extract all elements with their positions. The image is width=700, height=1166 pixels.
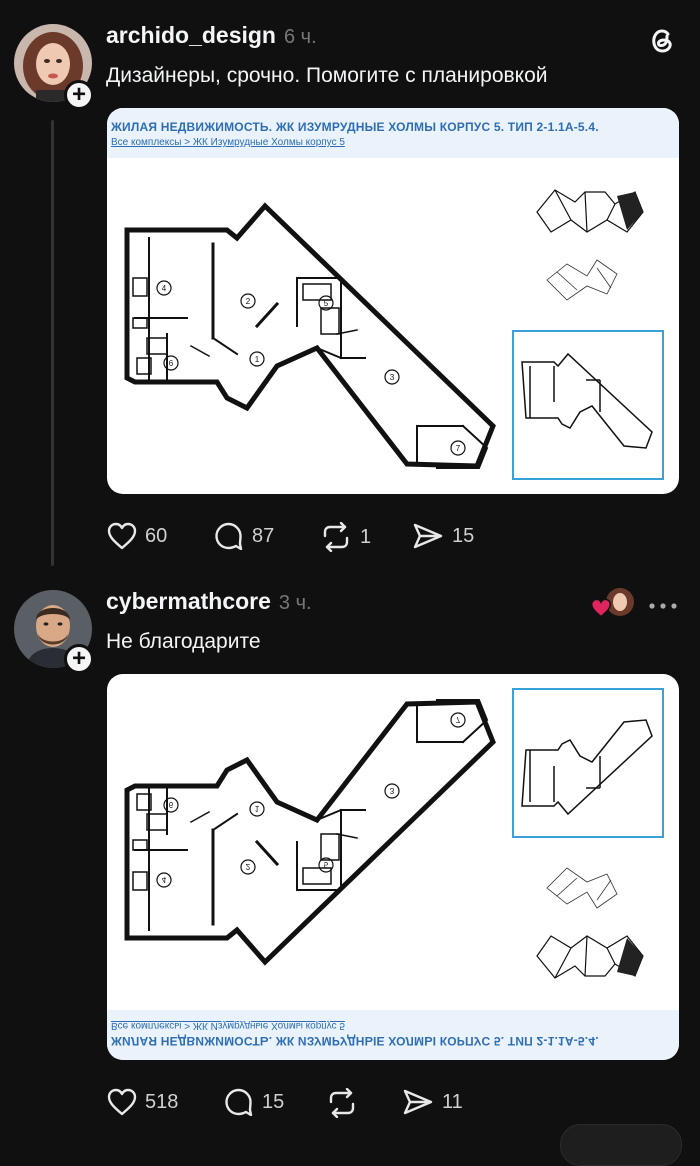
comment-button[interactable]: 15 bbox=[224, 1088, 284, 1116]
username[interactable]: archido_design bbox=[106, 22, 276, 48]
heart-icon bbox=[107, 522, 137, 550]
room-label: 2 bbox=[246, 862, 251, 871]
bottom-floating-pill[interactable] bbox=[560, 1124, 682, 1166]
comment-icon bbox=[225, 1088, 253, 1116]
comment-button[interactable]: 87 bbox=[214, 522, 274, 550]
heart-icon bbox=[107, 1088, 137, 1116]
heart-filled-icon bbox=[590, 598, 612, 618]
rotated-screenshot: ЖИЛАЯ НЕДВИЖИМОСТЬ. ЖК ИЗУМРУДНЫЕ ХОЛМЫ … bbox=[107, 674, 679, 1060]
room-label: 3 bbox=[390, 373, 395, 382]
comment-icon bbox=[215, 522, 243, 550]
timestamp: 3 ч. bbox=[278, 592, 312, 614]
room-label: 1 bbox=[255, 355, 260, 364]
share-icon bbox=[403, 1089, 433, 1115]
post-header: archido_design 6 ч. bbox=[106, 22, 317, 49]
post-text: Не благодарите bbox=[106, 630, 261, 653]
share-icon bbox=[413, 523, 443, 549]
thumbnail-site-plan bbox=[546, 867, 618, 909]
post-image-floorplan-rotated[interactable]: ЖИЛАЯ НЕДВИЖИМОСТЬ. ЖК ИЗУМРУДНЫЕ ХОЛМЫ … bbox=[107, 674, 679, 1060]
post-header: cybermathcore 3 ч. bbox=[106, 588, 312, 615]
room-label: 4 bbox=[162, 284, 167, 293]
room-label: 7 bbox=[456, 444, 461, 453]
floorplan-drawing: 1 2 3 4 5 6 7 bbox=[124, 699, 496, 966]
share-count: 15 bbox=[452, 524, 475, 547]
timestamp: 6 ч. bbox=[283, 26, 317, 48]
floorplan-drawing: 1 2 3 4 5 6 7 bbox=[124, 202, 496, 469]
room-label: 5 bbox=[324, 299, 329, 308]
thumbnail-building-plan bbox=[536, 935, 644, 979]
comment-count: 15 bbox=[262, 1090, 285, 1113]
comment-count: 87 bbox=[252, 524, 275, 547]
follow-plus-icon[interactable]: + bbox=[64, 644, 94, 674]
repost-button[interactable] bbox=[326, 1088, 366, 1118]
plan-title-mirrored: ЖИЛАЯ НЕДВИЖИМОСТЬ. ЖК ИЗУМРУДНЫЕ ХОЛМЫ … bbox=[111, 1034, 599, 1048]
liked-by-author-indicator[interactable] bbox=[588, 588, 634, 618]
room-label: 2 bbox=[246, 297, 251, 306]
room-label: 7 bbox=[456, 715, 461, 724]
thumbnail-site-plan[interactable] bbox=[537, 250, 637, 310]
room-label: 6 bbox=[169, 359, 174, 368]
share-count: 11 bbox=[442, 1090, 463, 1113]
repost-icon bbox=[329, 1088, 355, 1118]
room-label: 5 bbox=[324, 860, 329, 869]
room-label: 4 bbox=[162, 875, 167, 884]
share-button[interactable]: 15 bbox=[412, 522, 474, 550]
share-button[interactable]: 11 bbox=[402, 1088, 463, 1116]
thumbnail-building-plan[interactable] bbox=[515, 172, 661, 244]
plan-breadcrumb[interactable]: Все комплексы > ЖК Изумрудные Холмы корп… bbox=[111, 137, 345, 148]
room-label: 1 bbox=[255, 804, 260, 813]
post-image-floorplan[interactable]: ЖИЛАЯ НЕДВИЖИМОСТЬ. ЖК ИЗУМРУДНЫЕ ХОЛМЫ … bbox=[107, 108, 679, 494]
thumbnail-selected-plan[interactable] bbox=[512, 330, 664, 480]
follow-plus-icon[interactable]: + bbox=[64, 80, 94, 110]
thread-line bbox=[51, 120, 54, 566]
like-count: 518 bbox=[145, 1090, 179, 1113]
room-label: 6 bbox=[169, 800, 174, 809]
plan-breadcrumb-mirrored: Все комплексы > ЖК Изумрудные Холмы корп… bbox=[111, 1020, 345, 1031]
like-button[interactable]: 518 bbox=[107, 1088, 178, 1116]
username[interactable]: cybermathcore bbox=[106, 588, 271, 614]
repost-count: 1 bbox=[360, 525, 372, 548]
like-button[interactable]: 60 bbox=[107, 522, 167, 550]
repost-icon bbox=[323, 522, 349, 552]
like-count: 60 bbox=[145, 524, 168, 547]
post-text: Дизайнеры, срочно. Помогите с планировко… bbox=[106, 64, 548, 87]
threads-logo-icon[interactable] bbox=[646, 24, 678, 56]
more-icon[interactable] bbox=[648, 598, 678, 609]
repost-button[interactable]: 1 bbox=[320, 522, 371, 552]
room-label: 3 bbox=[390, 786, 395, 795]
plan-title: ЖИЛАЯ НЕДВИЖИМОСТЬ. ЖК ИЗУМРУДНЫЕ ХОЛМЫ … bbox=[111, 120, 599, 134]
thumbnail-selected-plan bbox=[512, 688, 664, 838]
